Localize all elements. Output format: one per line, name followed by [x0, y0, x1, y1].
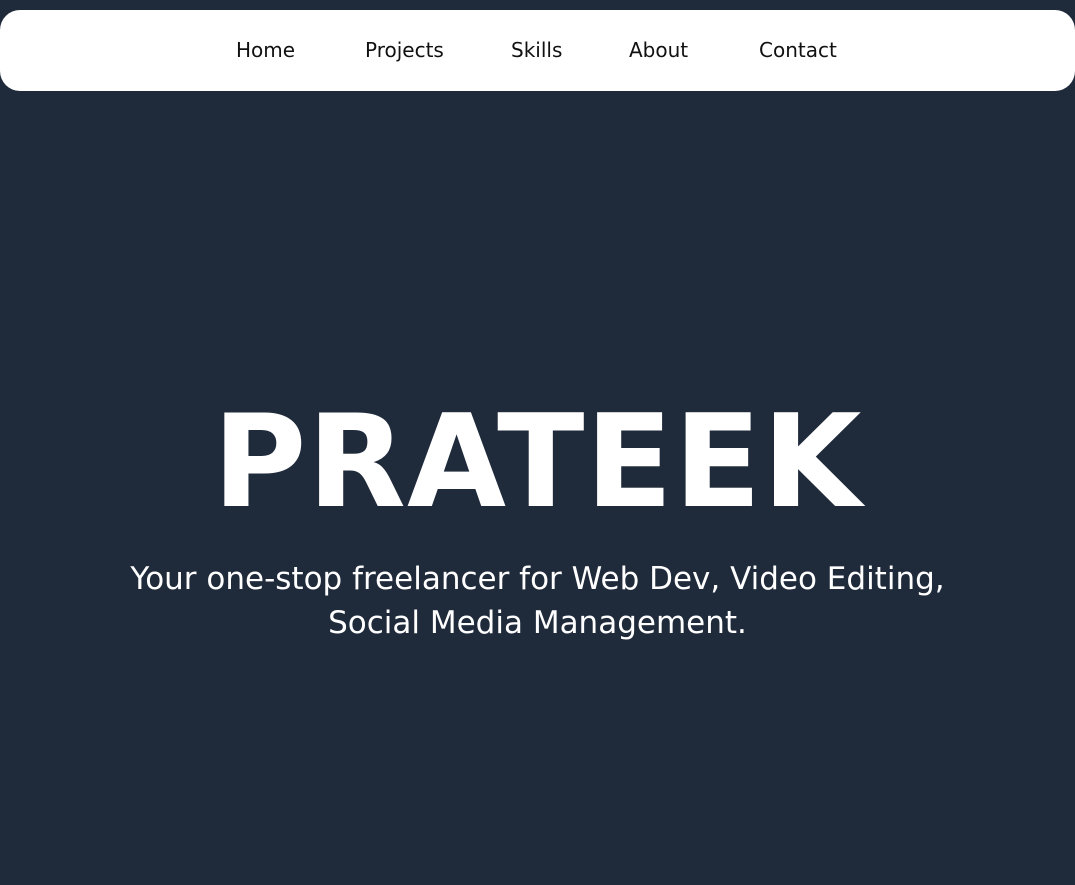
nav-link-skills[interactable]: Skills [511, 10, 562, 91]
hero-title: PRATEEK [212, 387, 863, 537]
hero-tagline: Your one-stop freelancer for Web Dev, Vi… [130, 561, 945, 641]
nav-link-home[interactable]: Home [236, 10, 295, 91]
top-navbar: Home Projects Skills About Contact [0, 10, 1075, 91]
nav-link-contact[interactable]: Contact [759, 10, 837, 91]
nav-link-projects[interactable]: Projects [365, 10, 444, 91]
nav-link-about[interactable]: About [629, 10, 688, 91]
